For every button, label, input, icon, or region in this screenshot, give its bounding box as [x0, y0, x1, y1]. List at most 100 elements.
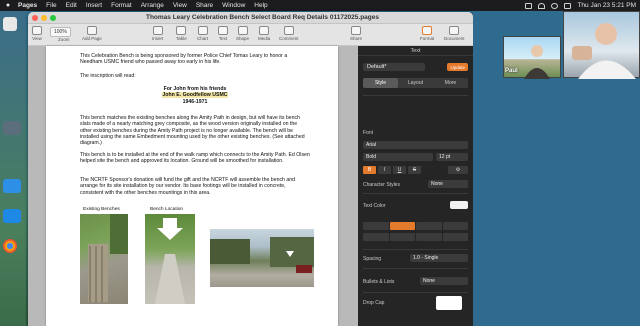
- close-button[interactable]: [32, 14, 38, 21]
- page[interactable]: This Celebration Bench is being sponsore…: [46, 46, 338, 326]
- apple-icon[interactable]: ●: [4, 2, 12, 9]
- menu-help[interactable]: Help: [254, 2, 267, 9]
- bold-button[interactable]: B: [363, 166, 376, 174]
- site-photo[interactable]: [210, 229, 314, 287]
- character-styles-select[interactable]: None: [428, 180, 468, 188]
- share-button[interactable]: Share: [350, 26, 362, 41]
- indent-decrease-button[interactable]: [363, 233, 389, 241]
- desktop-file-icon[interactable]: [3, 17, 17, 31]
- paragraph-2[interactable]: The inscription will read:: [80, 73, 310, 79]
- minimize-button[interactable]: [41, 14, 47, 21]
- text-button[interactable]: Text: [218, 26, 228, 41]
- align-justify-button[interactable]: [442, 222, 468, 230]
- more-text-options-icon[interactable]: ⚙: [448, 166, 468, 174]
- menu-arrange[interactable]: Arrange: [141, 2, 164, 9]
- app-store-icon[interactable]: [3, 209, 21, 223]
- search-icon[interactable]: [551, 2, 559, 9]
- update-button[interactable]: Update: [447, 63, 468, 71]
- spacing-label[interactable]: Spacing: [363, 256, 381, 262]
- table-icon: [176, 26, 187, 35]
- drop-cap-preview[interactable]: [436, 296, 462, 310]
- paragraph-style-select[interactable]: Default*: [363, 63, 425, 71]
- desktop-app-icon[interactable]: [3, 121, 21, 135]
- paragraph-3[interactable]: This bench matches the existing benches …: [80, 115, 310, 146]
- font-weight-select[interactable]: Bold: [363, 153, 433, 161]
- format-inspector: Text Default* Update Style Layout More F…: [358, 46, 473, 326]
- strikethrough-button[interactable]: S: [408, 166, 421, 174]
- media-button[interactable]: Media: [258, 26, 270, 41]
- vertical-align-top-button[interactable]: [416, 233, 442, 241]
- menu-window[interactable]: Window: [222, 2, 245, 9]
- finder-icon[interactable]: [3, 179, 21, 193]
- spacing-select[interactable]: 1.0 - Single: [410, 254, 468, 262]
- shape-button[interactable]: Shape: [236, 26, 249, 41]
- zoom-select[interactable]: 100%: [50, 27, 71, 37]
- shape-icon: [237, 26, 248, 35]
- menu-share[interactable]: Share: [196, 2, 213, 9]
- chrome-icon[interactable]: [3, 239, 17, 253]
- indent-increase-button[interactable]: [389, 233, 415, 241]
- italic-button[interactable]: I: [378, 166, 391, 174]
- text-icon: [218, 26, 228, 35]
- font-family-select[interactable]: Arial: [363, 141, 468, 149]
- align-center-button[interactable]: [389, 222, 415, 230]
- control-center-icon[interactable]: [564, 2, 572, 9]
- table-button[interactable]: Table: [176, 26, 187, 41]
- view-button[interactable]: View: [32, 26, 42, 41]
- document-button[interactable]: Document: [444, 26, 465, 41]
- alignment-row: [363, 222, 468, 230]
- menu-insert[interactable]: Insert: [86, 2, 102, 9]
- divider: [363, 292, 468, 293]
- divider: [363, 95, 468, 96]
- chart-button[interactable]: Chart: [197, 26, 208, 41]
- tab-style[interactable]: Style: [363, 78, 398, 88]
- document-canvas[interactable]: This Celebration Bench is being sponsore…: [28, 46, 358, 326]
- align-left-button[interactable]: [363, 222, 389, 230]
- menu-app-name[interactable]: Pages: [18, 2, 37, 9]
- underline-button[interactable]: U: [393, 166, 406, 174]
- inscription-block[interactable]: For John from his friends John E. Goodfe…: [80, 86, 310, 105]
- align-right-button[interactable]: [416, 222, 442, 230]
- tab-layout[interactable]: Layout: [398, 78, 433, 88]
- view-label: View: [32, 36, 42, 41]
- comment-label: Comment: [279, 36, 299, 41]
- insert-button[interactable]: Insert: [152, 26, 163, 41]
- chart-label: Chart: [197, 36, 209, 41]
- wifi-icon[interactable]: [538, 2, 546, 9]
- paragraph-1[interactable]: This Celebration Bench is being sponsore…: [80, 53, 310, 66]
- existing-benches-photo[interactable]: [80, 214, 128, 304]
- inspector-tabs: Style Layout More: [363, 78, 468, 88]
- arrow-illustration: [155, 218, 185, 304]
- battery-icon[interactable]: [525, 2, 533, 9]
- menu-format[interactable]: Format: [111, 2, 132, 9]
- bullets-select[interactable]: None: [420, 277, 468, 285]
- menu-file[interactable]: File: [46, 2, 56, 9]
- menu-view[interactable]: View: [173, 2, 187, 9]
- comment-button[interactable]: Comment: [279, 26, 299, 41]
- paragraph-5[interactable]: The NCRTF Sponsor's donation will fund t…: [80, 177, 310, 196]
- participant-2-figure: [572, 23, 636, 79]
- document-icon: [449, 26, 460, 35]
- add-page-icon: [86, 26, 97, 35]
- paragraph-4[interactable]: This bench is to be installed at the end…: [80, 152, 310, 165]
- font-size-field[interactable]: 12 pt: [436, 153, 468, 161]
- text-color-swatch[interactable]: [450, 201, 468, 209]
- bench-location-photo[interactable]: [145, 214, 195, 304]
- format-button[interactable]: Format: [420, 26, 434, 41]
- bullets-label[interactable]: Bullets & Lists: [363, 279, 394, 285]
- media-icon: [259, 26, 270, 35]
- text-color-label: Text Color: [363, 203, 386, 209]
- participant-video-2[interactable]: [563, 11, 640, 79]
- paragraph-style-row: Default* Update: [363, 61, 468, 73]
- menu-clock[interactable]: Thu Jan 23 5:21 PM: [577, 2, 636, 9]
- menu-edit[interactable]: Edit: [66, 2, 77, 9]
- vertical-align-middle-button[interactable]: [442, 233, 468, 241]
- format-icon: [422, 26, 433, 35]
- add-page-button[interactable]: Add Page: [82, 26, 102, 41]
- pages-window: Thomas Leary Celebration Bench Select Bo…: [28, 12, 473, 326]
- participant-name: Paul: [505, 68, 518, 74]
- tab-more[interactable]: More: [433, 78, 468, 88]
- caption-bench-location: Bench Location: [150, 207, 184, 212]
- insert-icon: [152, 26, 163, 35]
- insert-label: Insert: [152, 36, 164, 41]
